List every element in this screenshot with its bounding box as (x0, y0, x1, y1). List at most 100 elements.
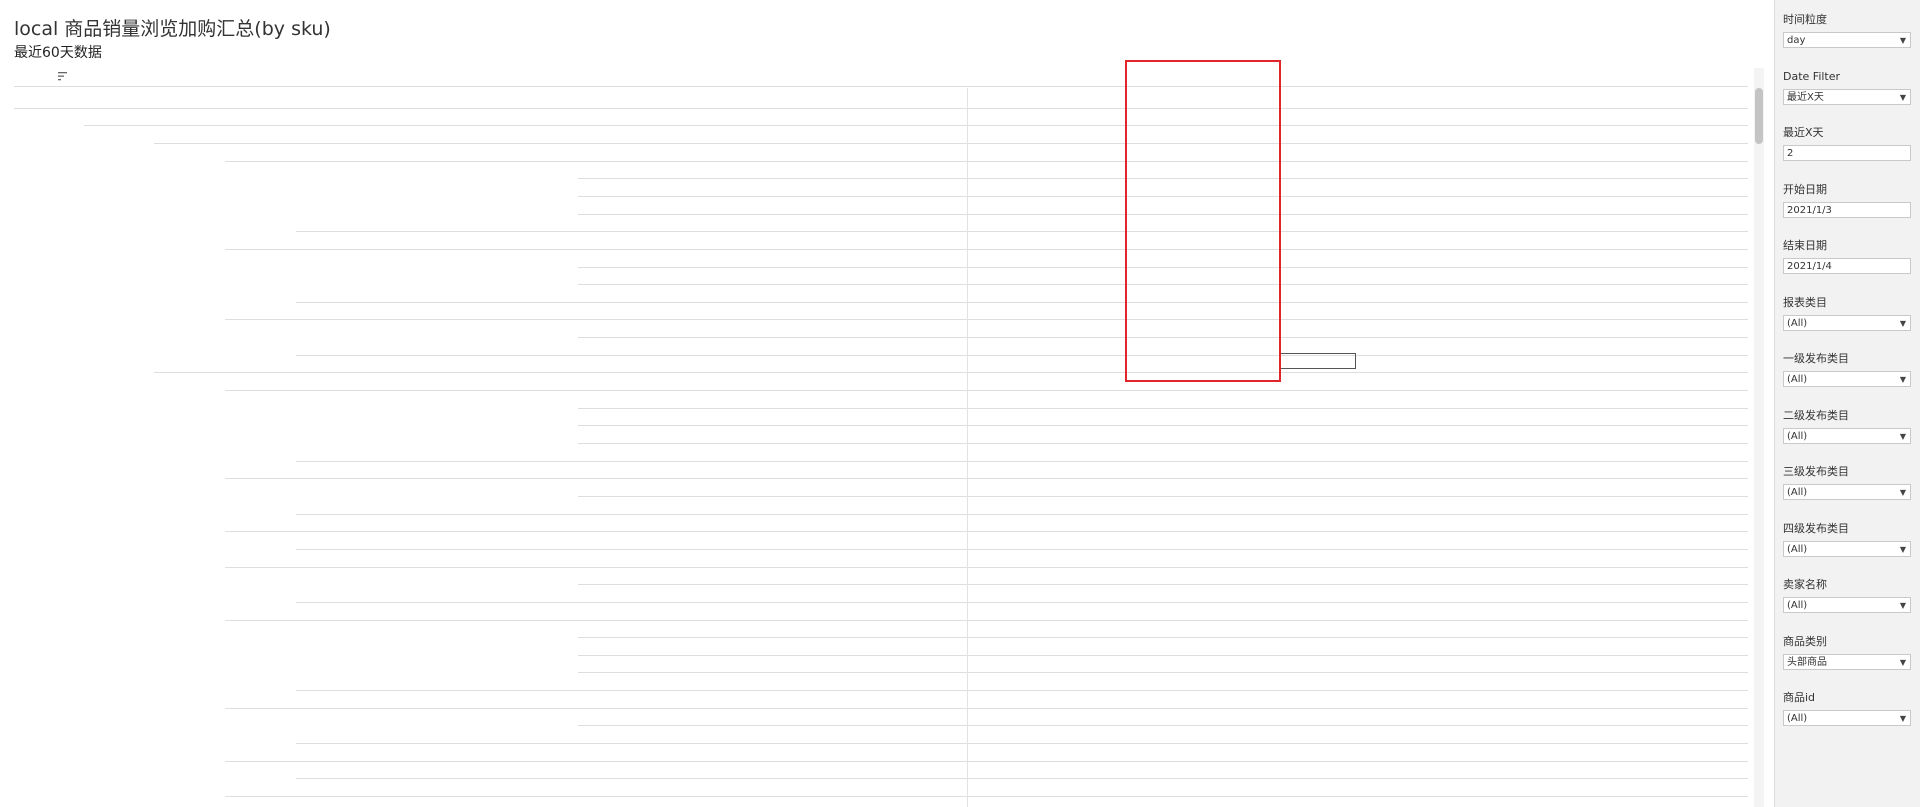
filter-dropdown[interactable]: 最近X天 ▼ (1783, 88, 1911, 105)
column-header[interactable] (1428, 68, 1508, 86)
filter-group: 结束日期 2021/1/4 (1783, 238, 1913, 274)
measure-cell (1362, 744, 1432, 761)
column-header[interactable] (1034, 68, 1114, 86)
filter-input[interactable]: 2021/1/4 (1783, 258, 1911, 274)
product-id (229, 373, 299, 390)
measure-cell (1203, 215, 1273, 232)
chevron-down-icon[interactable]: ▼ (1900, 598, 1906, 612)
filter-dropdown[interactable]: (All) ▼ (1783, 710, 1911, 726)
measure-cell (1203, 320, 1273, 337)
product-link (441, 762, 579, 779)
column-header[interactable] (1664, 68, 1744, 86)
measure-cell (967, 515, 1037, 532)
measure-cell (1126, 373, 1196, 390)
chevron-down-icon[interactable]: ▼ (1900, 655, 1906, 669)
chevron-down-icon[interactable]: ▼ (1900, 429, 1906, 443)
column-header[interactable] (653, 68, 773, 86)
measure-cell (1676, 373, 1746, 390)
crosstab-view: local 商品销量浏览加购汇总(by sku) 最近60天数据 (0, 0, 1752, 807)
chevron-down-icon[interactable]: ▼ (1900, 372, 1906, 386)
measure-cell (1520, 285, 1590, 302)
chevron-down-icon[interactable]: ▼ (1900, 485, 1906, 499)
measure-cell (1362, 550, 1432, 567)
sku-name (653, 162, 753, 179)
seller-name (897, 568, 967, 585)
measure-cell (1600, 656, 1670, 673)
selected-cell[interactable] (1279, 353, 1356, 369)
sku-name (653, 320, 753, 337)
filter-dropdown[interactable]: (All) ▼ (1783, 597, 1911, 613)
measure-cell (1600, 709, 1670, 726)
column-header[interactable] (1350, 68, 1430, 86)
column-header[interactable] (756, 68, 876, 86)
measure-cell (1520, 585, 1590, 602)
measure-cell (1440, 426, 1510, 443)
filter-dropdown[interactable]: (All) ▼ (1783, 427, 1911, 444)
measure-cell (1440, 250, 1510, 267)
filter-input[interactable]: 2 (1783, 145, 1911, 161)
measure-cell (1046, 426, 1116, 443)
measure-cell (1203, 250, 1273, 267)
chevron-down-icon[interactable]: ▼ (1900, 542, 1906, 556)
measure-cell (1046, 162, 1116, 179)
seller-name (897, 762, 967, 779)
chevron-down-icon[interactable]: ▼ (1900, 711, 1906, 725)
filter-dropdown[interactable]: (All) ▼ (1783, 371, 1911, 387)
filter-dropdown[interactable]: day ▼ (1783, 32, 1911, 48)
column-header[interactable] (1588, 68, 1668, 86)
scrollbar-thumb[interactable] (1755, 88, 1763, 144)
column-header[interactable] (441, 68, 561, 86)
filter-dropdown[interactable]: (All) ▼ (1783, 484, 1911, 500)
product-id (229, 603, 299, 620)
vertical-scrollbar[interactable] (1754, 68, 1764, 807)
sort-icon[interactable] (58, 72, 68, 81)
product-id (229, 515, 299, 532)
filter-dropdown[interactable]: (All) ▼ (1783, 314, 1911, 331)
measure-cell (1440, 779, 1510, 796)
column-header[interactable] (1271, 68, 1351, 86)
column-header[interactable] (955, 68, 1035, 86)
measure-cell (967, 373, 1037, 390)
filter-label: 最近X天 (1783, 126, 1824, 139)
column-header[interactable] (1191, 68, 1271, 86)
report-category (88, 356, 148, 373)
measure-cell (1203, 285, 1273, 302)
column-header[interactable] (1508, 68, 1588, 86)
chevron-down-icon[interactable]: ▼ (1900, 33, 1906, 47)
column-header[interactable] (1114, 68, 1194, 86)
measure-cell (967, 550, 1037, 567)
measure-cell (1362, 532, 1432, 549)
sku-id (582, 426, 650, 443)
filter-dropdown[interactable]: (All) ▼ (1783, 540, 1911, 557)
measure-cell (1520, 179, 1590, 196)
measure-cell (1046, 409, 1116, 426)
measure-cell (1520, 762, 1590, 779)
measure-cell (1283, 409, 1353, 426)
measure-cell (1283, 303, 1353, 320)
filter-input[interactable]: 2021/1/3 (1783, 201, 1911, 218)
total-label (300, 603, 360, 620)
measure-cell (1283, 797, 1353, 807)
measure-cell (1126, 391, 1196, 408)
filter-group: 商品类别 头部商品 ▼ (1783, 634, 1913, 670)
measure-cell (1676, 144, 1746, 161)
measure-cell (1283, 673, 1353, 690)
column-header[interactable] (300, 68, 420, 86)
filter-dropdown[interactable]: 头部商品 ▼ (1783, 653, 1911, 670)
measure-cell (1203, 303, 1273, 320)
sku-id (582, 638, 650, 655)
chevron-down-icon[interactable]: ▼ (1900, 90, 1906, 104)
measure-cell (1203, 409, 1273, 426)
measure-cell (1440, 126, 1510, 143)
filter-label: 三级发布类目 (1783, 465, 1849, 478)
measure-cell (967, 603, 1037, 620)
chevron-down-icon[interactable]: ▼ (1900, 316, 1906, 330)
measure-cell (1283, 391, 1353, 408)
total-label (300, 462, 360, 479)
measure-cell (967, 303, 1037, 320)
measure-cell (1126, 144, 1196, 161)
filter-group: 二级发布类目 (All) ▼ (1783, 408, 1913, 444)
first-listing-time (756, 338, 894, 355)
measure-cell (1600, 338, 1670, 355)
measure-cell (967, 709, 1037, 726)
